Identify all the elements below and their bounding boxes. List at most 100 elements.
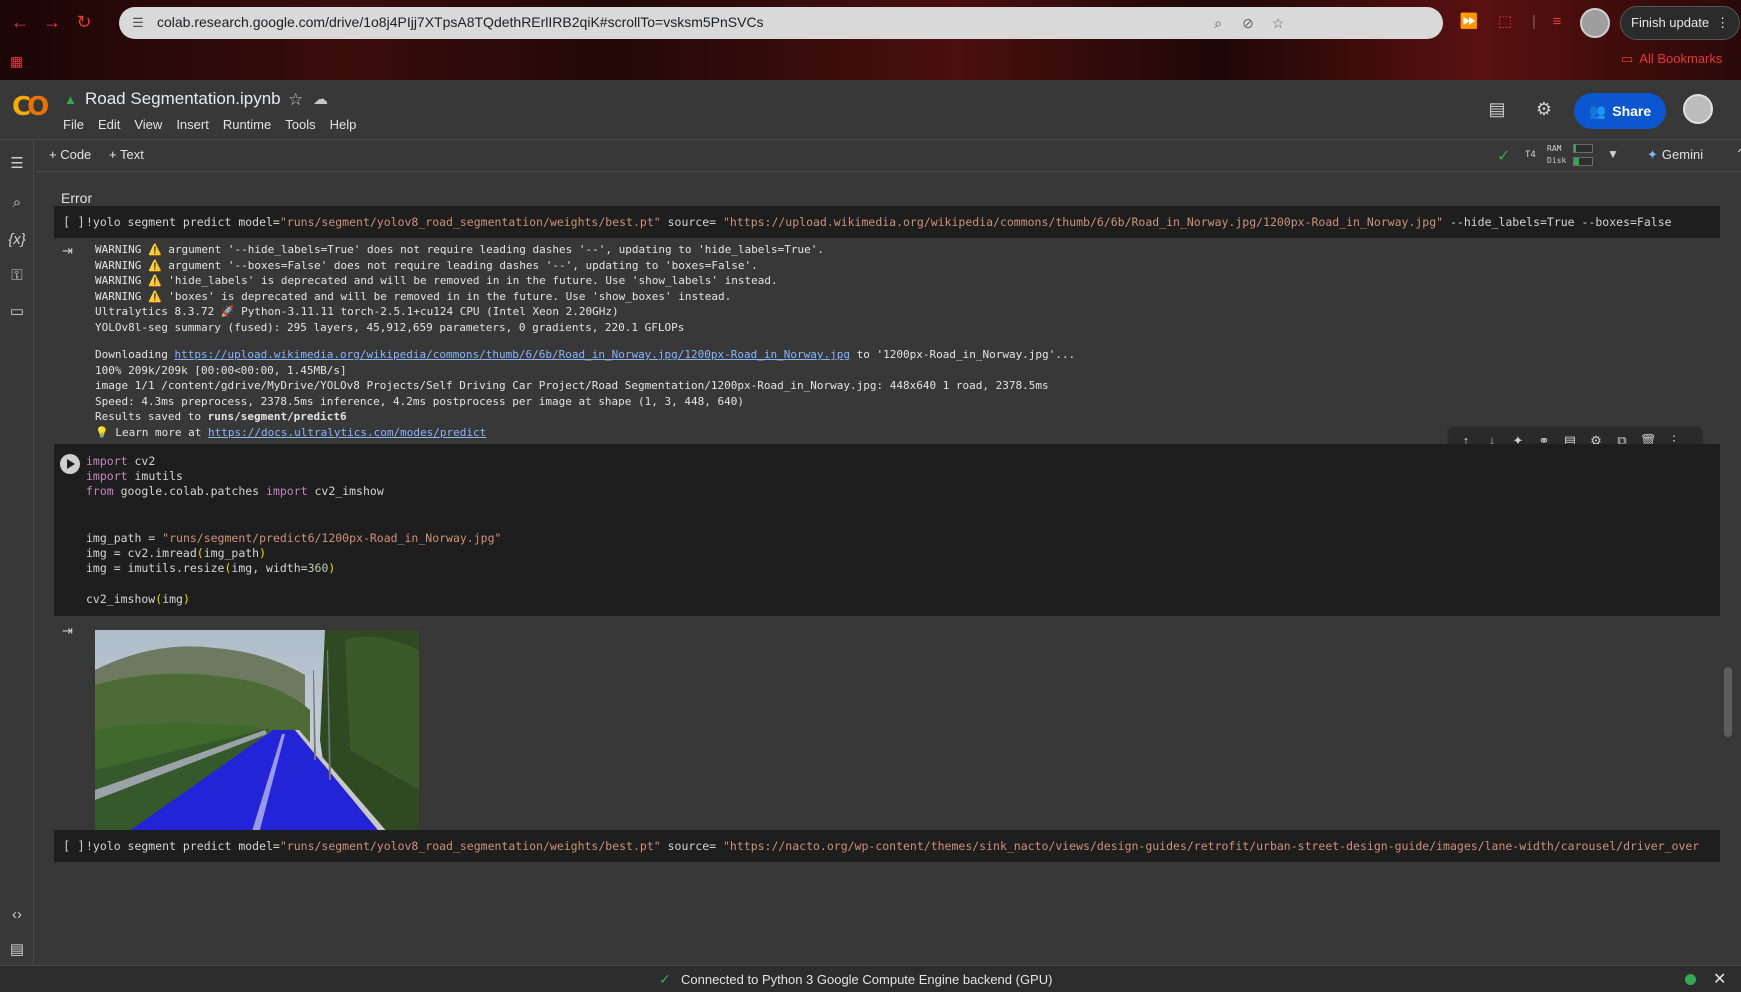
zoom-icon[interactable]: ⌕ — [1209, 14, 1227, 32]
lhs: img_path = — [86, 531, 163, 545]
puzzle-icon[interactable]: ⬚ — [1494, 11, 1516, 33]
output-line: Ultralytics 8.3.72 🚀 Python-3.11.11 torc… — [95, 305, 619, 318]
code-line[interactable]: cv2_imshow(img) — [86, 592, 190, 606]
code-line[interactable]: img = imutils.resize(img, width=360) — [86, 561, 335, 575]
apps-grid-icon[interactable]: ▦ — [10, 52, 28, 70]
browser-chrome: ← → ↻ ☰ colab.research.google.com/drive/… — [0, 0, 1741, 80]
learn-more-link[interactable]: https://docs.ultralytics.com/modes/predi… — [208, 426, 486, 439]
lhs: img = cv2.imread — [86, 546, 197, 560]
output-toggle-icon[interactable]: ⇥ — [62, 624, 80, 638]
disk-usage-fill — [1574, 158, 1580, 165]
runtime-dropdown-icon[interactable]: ▼ — [1607, 147, 1619, 161]
search-icon[interactable]: ⌕ — [7, 193, 27, 213]
share-button[interactable]: 👥 Share — [1574, 93, 1666, 129]
menu-runtime[interactable]: Runtime — [223, 117, 271, 132]
gemini-button[interactable]: ✦ Gemini — [1647, 147, 1703, 163]
reload-icon[interactable]: ↻ — [72, 10, 96, 34]
gemini-spark-icon: ✦ — [1647, 147, 1658, 162]
status-check-icon: ✓ — [659, 971, 671, 987]
cell1-model-path: "runs/segment/yolov8_road_segmentation/w… — [279, 215, 661, 229]
variables-icon[interactable]: {x} — [7, 230, 27, 250]
code-cell-1[interactable]: [ ] !yolo segment predict model="runs/se… — [54, 206, 1720, 238]
menu-edit[interactable]: Edit — [98, 117, 120, 132]
output-line: YOLOv8l-seg summary (fused): 295 layers,… — [95, 320, 685, 334]
people-icon: 👥 — [1588, 103, 1607, 119]
cell1-prefix: !yolo segment predict model= — [86, 215, 280, 229]
command-palette-icon[interactable]: ▤ — [7, 940, 27, 960]
user-avatar[interactable] — [1683, 94, 1713, 124]
menu-view[interactable]: View — [134, 117, 162, 132]
menu-tools[interactable]: Tools — [285, 117, 315, 132]
secrets-key-icon[interactable]: ⚿ — [7, 266, 27, 286]
connected-check-icon: ✓ — [1497, 148, 1511, 165]
results-prefix: Results saved to — [95, 410, 208, 423]
keyword: from — [86, 484, 114, 498]
run-cell-button[interactable] — [60, 454, 80, 474]
name: cv2_imshow — [307, 484, 384, 498]
forward-icon[interactable]: → — [40, 10, 64, 34]
comment-icon[interactable]: ▤ — [1486, 98, 1508, 120]
vertical-scrollbar[interactable] — [1724, 667, 1732, 737]
bookmark-star-icon[interactable]: ☆ — [1269, 14, 1287, 32]
download-prefix: Downloading — [95, 348, 175, 361]
eye-off-icon[interactable]: ⊘ — [1239, 14, 1257, 32]
finish-update-button[interactable]: Finish update ⋮ — [1620, 6, 1741, 40]
code-line[interactable]: import cv2 — [86, 454, 155, 468]
address-bar[interactable]: ☰ colab.research.google.com/drive/1o8j4P… — [119, 7, 1443, 39]
notebook-title[interactable]: Road Segmentation.ipynb — [85, 89, 281, 109]
ram-usage-bar — [1573, 144, 1593, 153]
download-link[interactable]: https://upload.wikimedia.org/wikipedia/c… — [174, 348, 850, 361]
execution-count[interactable]: [ ] — [63, 215, 85, 229]
segmented-road-image — [95, 630, 419, 841]
reading-list-icon[interactable]: ≡ — [1546, 11, 1568, 33]
add-code-button[interactable]: + Code — [49, 147, 91, 162]
number: 360 — [307, 561, 329, 575]
code-cell-2[interactable]: import cv2 import imutils from google.co… — [54, 444, 1720, 616]
output-toggle-icon[interactable]: ⇥ — [62, 244, 80, 258]
cell1-code[interactable]: !yolo segment predict model="runs/segmen… — [86, 215, 1672, 229]
add-text-button[interactable]: + Text — [109, 147, 144, 162]
learn-more-line: 💡 Learn more at https://docs.ultralytics… — [95, 425, 1075, 441]
code-snippets-icon[interactable]: ‹› — [7, 905, 27, 925]
resource-labels[interactable]: RAM Disk — [1547, 143, 1566, 167]
cloud-icon[interactable]: ☁ — [313, 90, 328, 108]
code-cell-3[interactable]: [ ] !yolo segment predict model="runs/se… — [54, 830, 1720, 862]
site-info-icon[interactable]: ☰ — [129, 14, 147, 32]
cell3-code[interactable]: !yolo segment predict model="runs/segmen… — [86, 839, 1699, 853]
colab-logo[interactable]: CO — [12, 94, 52, 120]
disk-usage-bar — [1573, 157, 1593, 166]
files-folder-icon[interactable]: ▭ — [7, 302, 27, 322]
extension-icon[interactable]: ⏩ — [1458, 11, 1480, 33]
drive-icon: ▲ — [64, 92, 77, 107]
collapse-header-icon[interactable]: ⌃ — [1735, 146, 1741, 163]
disk-label: Disk — [1547, 156, 1567, 165]
code-line[interactable]: from google.colab.patches import cv2_ims… — [86, 484, 384, 498]
table-of-contents-icon[interactable]: ☰ — [7, 154, 27, 174]
settings-gear-icon[interactable]: ⚙ — [1533, 98, 1555, 120]
menu-insert[interactable]: Insert — [176, 117, 209, 132]
arg: img, width= — [231, 561, 308, 575]
menu-bar: File Edit View Insert Runtime Tools Help — [63, 117, 370, 132]
menu-file[interactable]: File — [63, 117, 84, 132]
lhs: img = imutils.resize — [86, 561, 225, 575]
menu-help[interactable]: Help — [330, 117, 357, 132]
star-icon[interactable]: ☆ — [288, 90, 303, 110]
url-text[interactable]: colab.research.google.com/drive/1o8j4PIj… — [157, 14, 764, 30]
browser-profile-avatar[interactable] — [1580, 8, 1610, 38]
close-icon[interactable]: ✕ — [1713, 969, 1726, 989]
status-text[interactable]: Connected to Python 3 Google Compute Eng… — [681, 972, 1052, 987]
more-vert-icon: ⋮ — [1716, 15, 1730, 30]
code-line[interactable]: img_path = "runs/segment/predict6/1200px… — [86, 531, 501, 545]
runtime-type[interactable]: T4 — [1525, 150, 1536, 160]
output-line: image 1/1 /content/gdrive/MyDrive/YOLOv8… — [95, 379, 1049, 392]
code-line[interactable]: import imutils — [86, 469, 183, 483]
back-icon[interactable]: ← — [8, 10, 32, 34]
results-line: Results saved to runs/segment/predict6 — [95, 409, 1075, 425]
keyword: import — [86, 454, 128, 468]
string: "runs/segment/predict6/1200px-Road_in_No… — [162, 531, 502, 545]
cell3-prefix: !yolo segment predict model= — [86, 839, 280, 853]
all-bookmarks[interactable]: ▭ All Bookmarks — [1621, 51, 1722, 67]
execution-count[interactable]: [ ] — [63, 839, 85, 853]
code-line[interactable]: img = cv2.imread(img_path) — [86, 546, 266, 560]
arg: img — [162, 592, 183, 606]
